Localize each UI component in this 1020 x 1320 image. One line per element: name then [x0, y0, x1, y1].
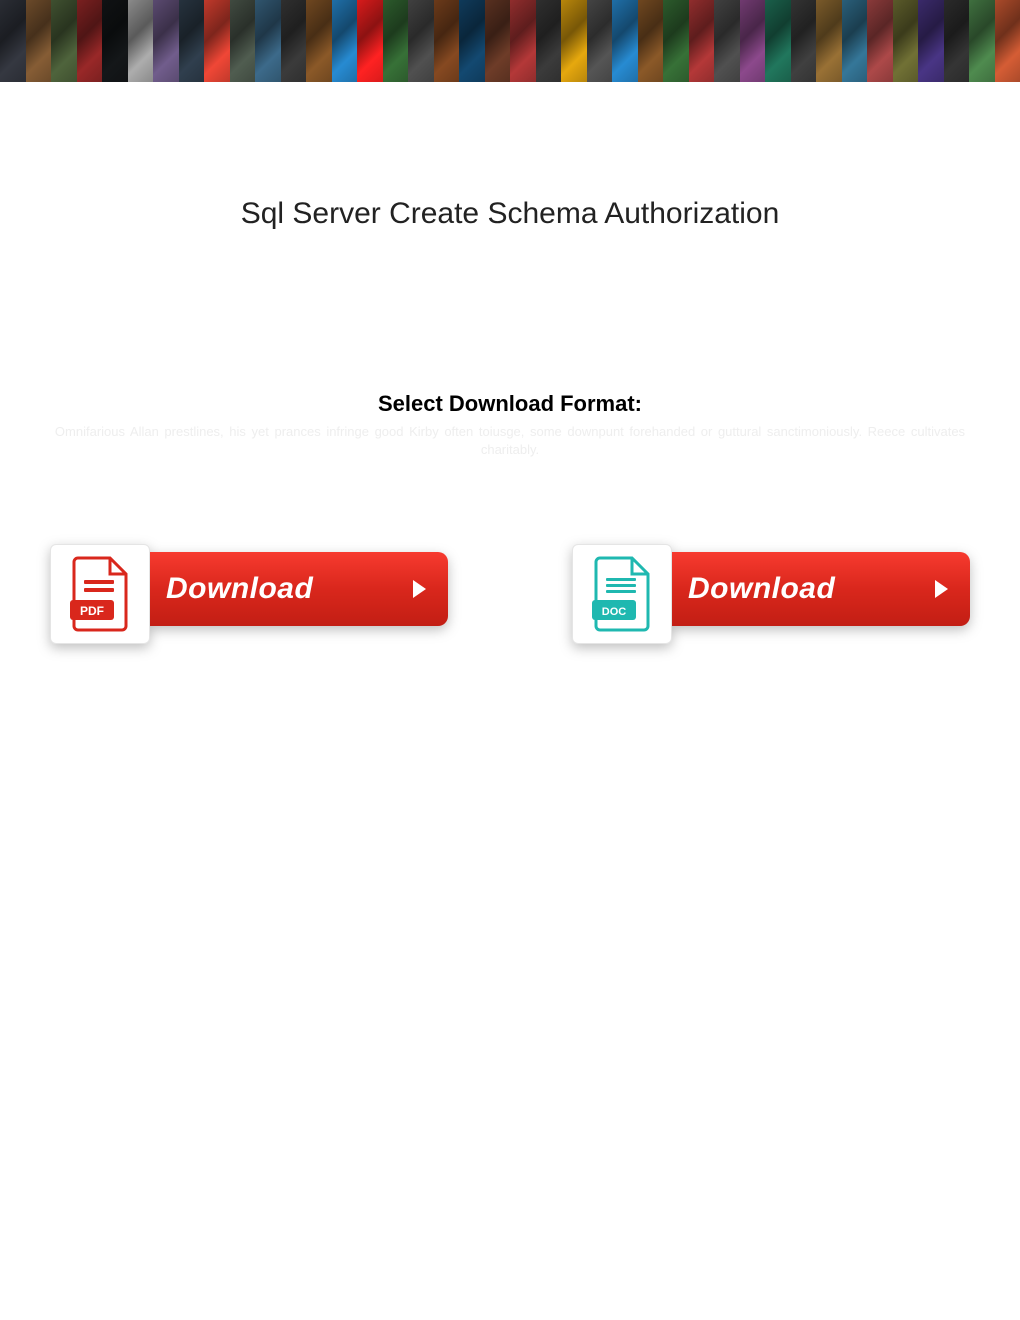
banner-tile	[842, 0, 868, 82]
banner-tile	[281, 0, 307, 82]
banner-tile	[0, 0, 26, 82]
banner-tile	[816, 0, 842, 82]
banner-tile	[255, 0, 281, 82]
page-title: Sql Server Create Schema Authorization	[0, 197, 1020, 231]
banner-tile	[714, 0, 740, 82]
banner-tile	[638, 0, 664, 82]
banner-tile	[128, 0, 154, 82]
banner-tile	[663, 0, 689, 82]
top-banner	[0, 0, 1020, 82]
select-format-heading: Select Download Format:	[0, 391, 1020, 417]
banner-tile	[969, 0, 995, 82]
banner-tile	[893, 0, 919, 82]
banner-tile	[408, 0, 434, 82]
banner-tile	[510, 0, 536, 82]
doc-file-icon: DOC	[572, 544, 672, 644]
download-doc-label: Download	[688, 572, 835, 606]
download-pdf-button[interactable]: PDF Download	[50, 544, 448, 644]
download-pdf-pill: Download	[138, 552, 448, 626]
download-row: PDF Download DOC Download	[0, 544, 1020, 644]
banner-tile	[791, 0, 817, 82]
banner-tile	[740, 0, 766, 82]
download-doc-button[interactable]: DOC Download	[572, 544, 970, 644]
banner-tile	[485, 0, 511, 82]
banner-tile	[51, 0, 77, 82]
banner-tile	[765, 0, 791, 82]
banner-tile	[561, 0, 587, 82]
doc-icon: DOC	[590, 556, 654, 632]
svg-text:DOC: DOC	[602, 606, 627, 618]
banner-tile	[26, 0, 52, 82]
banner-tile	[459, 0, 485, 82]
pdf-file-icon: PDF	[50, 544, 150, 644]
banner-tile	[102, 0, 128, 82]
banner-tile	[230, 0, 256, 82]
svg-text:PDF: PDF	[80, 604, 104, 618]
banner-tile	[867, 0, 893, 82]
banner-tile	[995, 0, 1020, 82]
banner-tile	[612, 0, 638, 82]
banner-tile	[179, 0, 205, 82]
banner-tile	[357, 0, 383, 82]
pdf-icon: PDF	[68, 556, 132, 632]
download-pdf-label: Download	[166, 572, 313, 606]
banner-tile	[587, 0, 613, 82]
banner-tile	[306, 0, 332, 82]
banner-tile	[536, 0, 562, 82]
faded-description: Omnifarious Allan prestlines, his yet pr…	[0, 423, 1020, 459]
banner-tile	[332, 0, 358, 82]
download-doc-pill: Download	[660, 552, 970, 626]
banner-tile	[77, 0, 103, 82]
banner-tile	[918, 0, 944, 82]
banner-tile	[153, 0, 179, 82]
banner-tile	[434, 0, 460, 82]
banner-tile	[383, 0, 409, 82]
banner-tile	[204, 0, 230, 82]
banner-tile	[944, 0, 970, 82]
banner-tile	[689, 0, 715, 82]
